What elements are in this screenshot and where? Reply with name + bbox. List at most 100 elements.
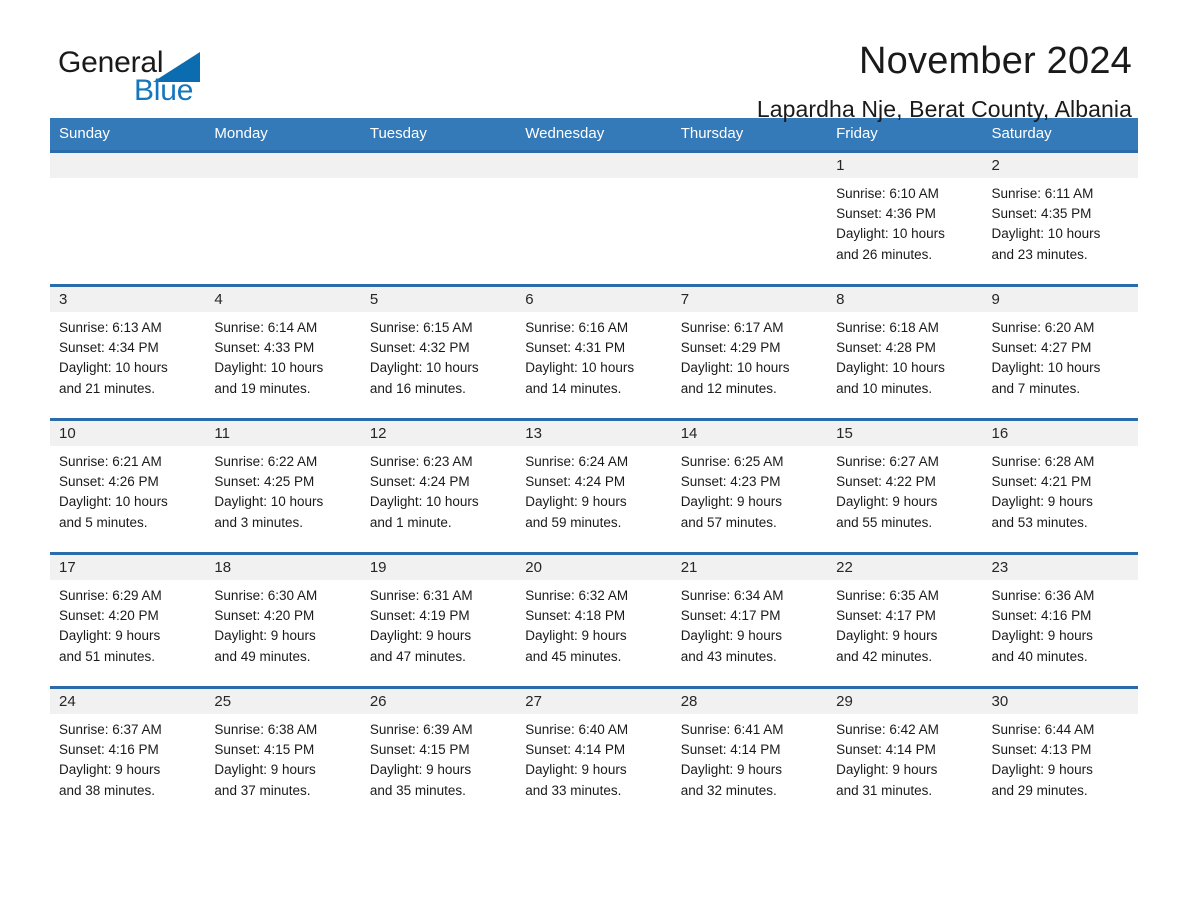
calendar-day-cell[interactable]: 7 Sunrise: 6:17 AM Sunset: 4:29 PM Daylight… [671, 284, 828, 420]
calendar-day-cell[interactable]: 30 Sunrise: 6:44 AM Sunset: 4:13 PM Dayligh… [982, 686, 1138, 820]
calendar-day-cell[interactable]: 16 Sunrise: 6:28 AM Sunset: 4:21 PM Dayligh… [982, 418, 1138, 554]
day-astro-info: Sunrise: 6:22 AM Sunset: 4:25 PM Daylight:… [205, 446, 360, 533]
daylight-text-line1: Daylight: 10 hours [991, 226, 1101, 242]
calendar-day-cell[interactable]: 19 Sunrise: 6:31 AM Sunset: 4:19 PM Dayligh… [360, 552, 517, 688]
day-cell-content: 14 Sunrise: 6:25 AM Sunset: 4:23 PM Dayligh… [671, 421, 828, 552]
calendar-day-cell[interactable]: 12 Sunrise: 6:23 AM Sunset: 4:24 PM Dayligh… [360, 418, 517, 554]
day-cell-content: 12 Sunrise: 6:23 AM Sunset: 4:24 PM Dayligh… [360, 421, 517, 552]
day-cell-content: 19 Sunrise: 6:31 AM Sunset: 4:19 PM Dayligh… [360, 555, 517, 686]
day-cell-content [671, 153, 828, 284]
day-number: 16 [982, 421, 1138, 446]
sunset-text: Sunset: 4:25 PM [214, 474, 315, 490]
calendar-day-cell[interactable]: 13 Sunrise: 6:24 AM Sunset: 4:24 PM Dayligh… [516, 418, 672, 554]
calendar-body: 1 Sunrise: 6:10 AM Sunset: 4:36 PM Daylight… [50, 150, 1138, 820]
sunset-text: Sunset: 4:28 PM [836, 340, 936, 356]
calendar-day-cell[interactable]: 22 Sunrise: 6:35 AM Sunset: 4:17 PM Dayligh… [827, 552, 983, 688]
calendar-day-cell[interactable]: 15 Sunrise: 6:27 AM Sunset: 4:22 PM Dayligh… [827, 418, 983, 554]
day-astro-info: Sunrise: 6:34 AM Sunset: 4:17 PM Daylight:… [672, 580, 827, 667]
day-cell-content: 20 Sunrise: 6:32 AM Sunset: 4:18 PM Dayligh… [516, 555, 672, 686]
calendar-day-cell[interactable]: 26 Sunrise: 6:39 AM Sunset: 4:15 PM Dayligh… [360, 686, 517, 820]
calendar-day-cell[interactable]: 11 Sunrise: 6:22 AM Sunset: 4:25 PM Dayligh… [205, 418, 361, 554]
calendar-day-cell [516, 150, 672, 286]
sunrise-text: Sunrise: 6:44 AM [991, 722, 1095, 737]
day-astro-info: Sunrise: 6:29 AM Sunset: 4:20 PM Daylight:… [50, 580, 205, 667]
daylight-text-line1: Daylight: 10 hours [59, 494, 168, 510]
daylight-text-line2: and 33 minutes. [525, 782, 622, 798]
day-number: 2 [982, 153, 1138, 178]
calendar-day-cell[interactable]: 23 Sunrise: 6:36 AM Sunset: 4:16 PM Dayligh… [982, 552, 1138, 688]
day-number: 14 [671, 421, 828, 446]
sunrise-text: Sunrise: 6:14 AM [214, 320, 318, 335]
calendar-day-cell[interactable]: 1 Sunrise: 6:10 AM Sunset: 4:36 PM Daylight… [827, 150, 983, 286]
day-number: 9 [982, 287, 1138, 312]
sunrise-text: Sunrise: 6:23 AM [369, 454, 473, 469]
daylight-text-line2: and 53 minutes. [991, 514, 1088, 530]
day-cell-content: 9 Sunrise: 6:20 AM Sunset: 4:27 PM Daylight… [982, 287, 1138, 418]
sunset-text: Sunset: 4:16 PM [59, 742, 159, 758]
calendar-day-cell[interactable]: 20 Sunrise: 6:32 AM Sunset: 4:18 PM Dayligh… [516, 552, 672, 688]
sunset-text: Sunset: 4:15 PM [214, 742, 315, 758]
day-astro-info: Sunrise: 6:37 AM Sunset: 4:16 PM Daylight:… [50, 714, 205, 801]
daylight-text-line1: Daylight: 9 hours [525, 628, 627, 644]
calendar-day-cell[interactable]: 4 Sunrise: 6:14 AM Sunset: 4:33 PM Daylight… [205, 284, 361, 420]
day-cell-content: 27 Sunrise: 6:40 AM Sunset: 4:14 PM Dayligh… [516, 689, 672, 820]
calendar-day-cell[interactable]: 6 Sunrise: 6:16 AM Sunset: 4:31 PM Daylight… [516, 284, 672, 420]
day-cell-content: 25 Sunrise: 6:38 AM Sunset: 4:15 PM Dayligh… [205, 689, 361, 820]
daylight-text-line1: Daylight: 9 hours [59, 762, 161, 778]
day-cell-content: 4 Sunrise: 6:14 AM Sunset: 4:33 PM Daylight… [205, 287, 361, 418]
calendar-day-cell[interactable]: 14 Sunrise: 6:25 AM Sunset: 4:23 PM Dayligh… [671, 418, 828, 554]
sunrise-text: Sunrise: 6:29 AM [59, 588, 162, 603]
calendar-day-cell[interactable]: 18 Sunrise: 6:30 AM Sunset: 4:20 PM Dayligh… [205, 552, 361, 688]
sunrise-text: Sunrise: 6:25 AM [680, 454, 784, 469]
day-number: 28 [671, 689, 828, 714]
calendar-day-cell[interactable]: 27 Sunrise: 6:40 AM Sunset: 4:14 PM Dayligh… [516, 686, 672, 820]
day-astro-info: Sunrise: 6:17 AM Sunset: 4:29 PM Daylight:… [672, 312, 827, 399]
sunset-text: Sunset: 4:32 PM [369, 340, 470, 356]
daylight-text-line1: Daylight: 10 hours [991, 360, 1101, 376]
sunset-text: Sunset: 4:24 PM [525, 474, 626, 490]
calendar-day-cell[interactable]: 9 Sunrise: 6:20 AM Sunset: 4:27 PM Daylight… [982, 284, 1138, 420]
calendar-day-cell[interactable]: 21 Sunrise: 6:34 AM Sunset: 4:17 PM Dayligh… [671, 552, 828, 688]
day-astro-info: Sunrise: 6:35 AM Sunset: 4:17 PM Daylight:… [827, 580, 982, 667]
calendar-day-cell[interactable]: 2 Sunrise: 6:11 AM Sunset: 4:35 PM Daylight… [982, 150, 1138, 286]
calendar-day-cell[interactable]: 29 Sunrise: 6:42 AM Sunset: 4:14 PM Dayligh… [827, 686, 983, 820]
calendar-week-row: 1 Sunrise: 6:10 AM Sunset: 4:36 PM Daylight… [50, 150, 1138, 286]
daylight-text-line2: and 7 minutes. [991, 380, 1081, 396]
daylight-text-line1: Daylight: 9 hours [680, 494, 782, 510]
daylight-text-line1: Daylight: 10 hours [369, 360, 479, 376]
sunrise-text: Sunrise: 6:13 AM [59, 320, 162, 335]
calendar-day-cell[interactable]: 10 Sunrise: 6:21 AM Sunset: 4:26 PM Dayligh… [50, 418, 206, 554]
day-number: 26 [360, 689, 517, 714]
calendar-day-cell[interactable]: 28 Sunrise: 6:41 AM Sunset: 4:14 PM Dayligh… [671, 686, 828, 820]
day-astro-info: Sunrise: 6:21 AM Sunset: 4:26 PM Daylight:… [50, 446, 205, 533]
calendar-day-cell[interactable]: 17 Sunrise: 6:29 AM Sunset: 4:20 PM Dayligh… [50, 552, 206, 688]
sunset-text: Sunset: 4:16 PM [991, 608, 1092, 624]
day-number: 12 [360, 421, 517, 446]
calendar-day-cell[interactable]: 3 Sunrise: 6:13 AM Sunset: 4:34 PM Daylight… [50, 284, 206, 420]
calendar-day-cell [360, 150, 517, 286]
daylight-text-line1: Daylight: 9 hours [836, 494, 938, 510]
day-astro-info: Sunrise: 6:11 AM Sunset: 4:35 PM Daylight:… [983, 178, 1138, 265]
calendar-day-cell[interactable]: 25 Sunrise: 6:38 AM Sunset: 4:15 PM Dayligh… [205, 686, 361, 820]
daylight-text-line1: Daylight: 9 hours [991, 628, 1093, 644]
day-number: 29 [827, 689, 983, 714]
sunrise-text: Sunrise: 6:40 AM [525, 722, 629, 737]
calendar-table: Sunday Monday Tuesday Wednesday Thursday… [50, 118, 1138, 820]
calendar-day-cell[interactable]: 5 Sunrise: 6:15 AM Sunset: 4:32 PM Daylight… [360, 284, 517, 420]
daylight-text-line2: and 32 minutes. [680, 782, 777, 798]
calendar-day-cell[interactable]: 24 Sunrise: 6:37 AM Sunset: 4:16 PM Dayligh… [50, 686, 206, 820]
day-cell-content [50, 153, 206, 284]
calendar-day-cell [671, 150, 828, 286]
day-astro-info: Sunrise: 6:42 AM Sunset: 4:14 PM Daylight:… [827, 714, 982, 801]
day-cell-content: 16 Sunrise: 6:28 AM Sunset: 4:21 PM Dayligh… [982, 421, 1138, 552]
daylight-text-line1: Daylight: 9 hours [369, 628, 472, 644]
day-cell-content: 26 Sunrise: 6:39 AM Sunset: 4:15 PM Dayligh… [360, 689, 517, 820]
sunrise-text: Sunrise: 6:24 AM [525, 454, 629, 469]
calendar-week-row: 17 Sunrise: 6:29 AM Sunset: 4:20 PM Dayligh… [50, 552, 1138, 688]
day-cell-content [205, 153, 361, 284]
calendar-day-cell[interactable]: 8 Sunrise: 6:18 AM Sunset: 4:28 PM Daylight… [827, 284, 983, 420]
day-astro-info: Sunrise: 6:32 AM Sunset: 4:18 PM Daylight:… [516, 580, 671, 667]
day-astro-info: Sunrise: 6:31 AM Sunset: 4:19 PM Daylight:… [361, 580, 516, 667]
sunrise-text: Sunrise: 6:11 AM [991, 186, 1094, 201]
day-number: 1 [827, 153, 983, 178]
